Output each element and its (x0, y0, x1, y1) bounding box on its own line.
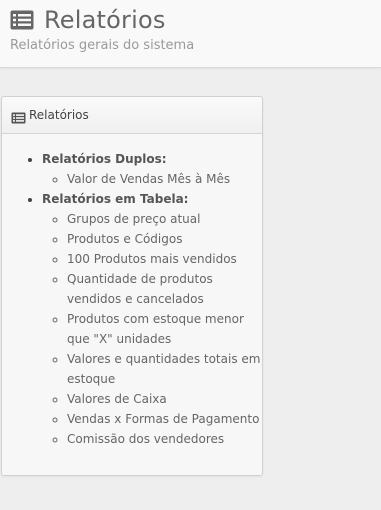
list-item: 100 Produtos mais vendidos (67, 249, 262, 269)
list-item: Comissão dos vendedores (67, 429, 262, 449)
list-item: Quantidade de produtos vendidos e cancel… (67, 269, 262, 309)
report-list: Grupos de preço atual Produtos e Códigos… (42, 209, 262, 449)
group-label: Relatórios Duplos: (42, 152, 167, 166)
reports-panel: Relatórios Relatórios Duplos: Valor de V… (1, 96, 263, 476)
page-header: Relatórios Relatórios gerais do sistema (0, 0, 381, 68)
panel-body: Relatórios Duplos: Valor de Vendas Mês à… (2, 134, 262, 449)
report-link-vendidos-cancelados[interactable]: Quantidade de produtos vendidos e cancel… (67, 272, 213, 306)
report-link-valor-vendas-mes[interactable]: Valor de Vendas Mês à Mês (67, 172, 230, 186)
report-groups: Relatórios Duplos: Valor de Vendas Mês à… (2, 149, 262, 449)
report-link-comissao[interactable]: Comissão dos vendedores (67, 432, 224, 446)
list-item: Valores e quantidades totais em estoque (67, 349, 262, 389)
report-link-formas-pagamento[interactable]: Vendas x Formas de Pagamento (67, 412, 259, 426)
report-link-estoque-menor[interactable]: Produtos com estoque menor que "X" unida… (67, 312, 244, 346)
list-item: Valor de Vendas Mês à Mês (67, 169, 262, 189)
report-group-tabela: Relatórios em Tabela: Grupos de preço at… (42, 189, 262, 449)
page-subtitle: Relatórios gerais do sistema (10, 38, 195, 53)
list-item: Grupos de preço atual (67, 209, 262, 229)
list-item: Valores de Caixa (67, 389, 262, 409)
list-alt-icon (11, 109, 26, 124)
list-item: Produtos e Códigos (67, 229, 262, 249)
title-row: Relatórios (10, 6, 166, 34)
report-list: Valor de Vendas Mês à Mês (42, 169, 262, 189)
panel-title: Relatórios (29, 108, 89, 122)
report-link-grupos-preco[interactable]: Grupos de preço atual (67, 212, 200, 226)
list-item: Produtos com estoque menor que "X" unida… (67, 309, 262, 349)
report-link-produtos-codigos[interactable]: Produtos e Códigos (67, 232, 182, 246)
report-link-valores-caixa[interactable]: Valores de Caixa (67, 392, 167, 406)
report-group-duplos: Relatórios Duplos: Valor de Vendas Mês à… (42, 149, 262, 189)
report-link-mais-vendidos[interactable]: 100 Produtos mais vendidos (67, 252, 237, 266)
report-link-totais-estoque[interactable]: Valores e quantidades totais em estoque (67, 352, 260, 386)
panel-heading: Relatórios (2, 97, 262, 134)
group-label: Relatórios em Tabela: (42, 192, 189, 206)
list-alt-icon (10, 10, 34, 30)
list-item: Vendas x Formas de Pagamento (67, 409, 262, 429)
page-title: Relatórios (44, 6, 166, 34)
